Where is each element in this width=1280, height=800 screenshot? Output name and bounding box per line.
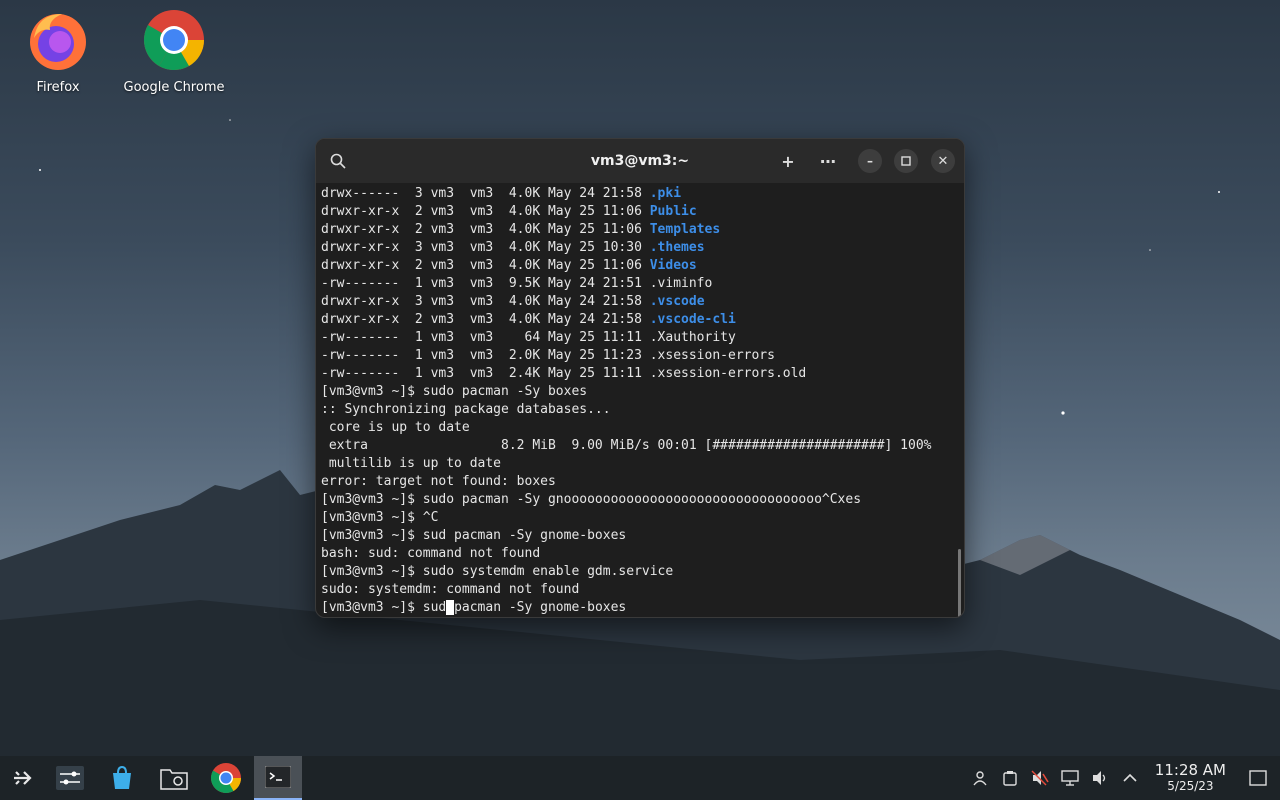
terminal-text: drwxr-xr-x 2 vm3 vm3 4.0K May 25 11:06 xyxy=(321,204,650,219)
terminal-text: [vm3@vm3 ~]$ sud xyxy=(321,600,447,615)
terminal-title: vm3@vm3:~ xyxy=(590,153,690,169)
terminal-titlebar[interactable]: vm3@vm3:~ + ⋯ – ✕ xyxy=(316,139,964,183)
search-icon[interactable] xyxy=(326,149,350,173)
terminal-text: [vm3@vm3 ~]$ sudo pacman -Sy gnooooooooo… xyxy=(321,492,862,507)
terminal-line: -rw------- 1 vm3 vm3 64 May 25 11:11 .Xa… xyxy=(321,329,959,347)
terminal-line: drwxr-xr-x 2 vm3 vm3 4.0K May 25 11:06 T… xyxy=(321,221,959,239)
terminal-line: -rw------- 1 vm3 vm3 2.0K May 25 11:23 .… xyxy=(321,347,959,365)
terminal-line: sudo: systemdm: command not found xyxy=(321,581,959,599)
terminal-line: [vm3@vm3 ~]$ sudo pacman -Sy boxes xyxy=(321,383,959,401)
terminal-text: drwxr-xr-x 2 vm3 vm3 4.0K May 24 21:58 xyxy=(321,312,650,327)
terminal-line: drwxr-xr-x 3 vm3 vm3 4.0K May 24 21:58 .… xyxy=(321,293,959,311)
taskbar: 11:28 AM 5/25/23 xyxy=(0,756,1280,800)
terminal-line: error: target not found: boxes xyxy=(321,473,959,491)
terminal-text: error: target not found: boxes xyxy=(321,474,556,489)
chrome-icon xyxy=(210,763,241,794)
terminal-text: -rw------- 1 vm3 vm3 64 May 25 11:11 .Xa… xyxy=(321,330,736,345)
terminal-text: sudo: systemdm: command not found xyxy=(321,582,580,597)
terminal-text: extra 8.2 MiB 9.00 MiB/s 00:01 [########… xyxy=(321,438,932,453)
network-icon[interactable] xyxy=(1055,770,1085,786)
terminal-line: bash: sud: command not found xyxy=(321,545,959,563)
terminal-icon xyxy=(265,766,291,788)
directory-name: Templates xyxy=(649,222,721,237)
terminal-line: drwxr-xr-x 2 vm3 vm3 4.0K May 25 11:06 V… xyxy=(321,257,959,275)
directory-name: .pki xyxy=(649,186,682,201)
terminal-line: drwx------ 3 vm3 vm3 4.0K May 24 21:58 .… xyxy=(321,185,959,203)
terminal-text: bash: sud: command not found xyxy=(321,546,541,561)
desktop-icon-label: Firefox xyxy=(36,80,80,95)
file-manager-icon[interactable] xyxy=(150,756,198,800)
terminal-line: [vm3@vm3 ~]$ sudo pacman -Sy gnooooooooo… xyxy=(321,491,959,509)
app-launcher-icon[interactable] xyxy=(0,756,44,800)
terminal-line: drwxr-xr-x 2 vm3 vm3 4.0K May 25 11:06 P… xyxy=(321,203,959,221)
directory-name: Videos xyxy=(649,258,697,273)
directory-name: .themes xyxy=(649,240,705,255)
terminal-text: drwxr-xr-x 3 vm3 vm3 4.0K May 24 21:58 xyxy=(321,294,650,309)
desktop-icon-firefox[interactable]: Firefox xyxy=(3,8,113,95)
directory-name: .vscode xyxy=(649,294,705,309)
chrome-icon xyxy=(143,10,204,71)
software-store-icon[interactable] xyxy=(98,756,146,800)
desktop-icon-label: Google Chrome xyxy=(123,80,225,95)
chrome-taskbar-item[interactable] xyxy=(202,756,250,800)
terminal-text: [vm3@vm3 ~]$ sudo systemdm enable gdm.se… xyxy=(321,564,674,579)
minimize-icon[interactable]: – xyxy=(858,149,882,173)
terminal-line: drwxr-xr-x 3 vm3 vm3 4.0K May 25 10:30 .… xyxy=(321,239,959,257)
settings-sliders-icon[interactable] xyxy=(46,756,94,800)
system-tray: 11:28 AM 5/25/23 xyxy=(965,756,1280,800)
terminal-text: -rw------- 1 vm3 vm3 2.0K May 25 11:23 .… xyxy=(321,348,775,363)
terminal-output[interactable]: drwx------ 3 vm3 vm3 4.0K May 24 21:58 .… xyxy=(316,183,964,617)
terminal-text: drwxr-xr-x 2 vm3 vm3 4.0K May 25 11:06 xyxy=(321,222,650,237)
maximize-icon[interactable] xyxy=(894,149,918,173)
terminal-line: :: Synchronizing package databases... xyxy=(321,401,959,419)
terminal-line: [vm3@vm3 ~]$ sud pacman -Sy gnome-boxes xyxy=(321,527,959,545)
terminal-text: drwxr-xr-x 3 vm3 vm3 4.0K May 25 10:30 xyxy=(321,240,650,255)
terminal-window[interactable]: vm3@vm3:~ + ⋯ – ✕ drwx------ 3 vm3 vm3 4… xyxy=(315,138,965,618)
user-icon[interactable] xyxy=(965,770,995,786)
terminal-text: [vm3@vm3 ~]$ ^C xyxy=(321,510,439,525)
terminal-text: drwxr-xr-x 2 vm3 vm3 4.0K May 25 11:06 xyxy=(321,258,650,273)
terminal-text: drwx------ 3 vm3 vm3 4.0K May 24 21:58 xyxy=(321,186,650,201)
terminal-text: multilib is up to date xyxy=(321,456,502,471)
terminal-text: -rw------- 1 vm3 vm3 2.4K May 25 11:11 .… xyxy=(321,366,807,381)
terminal-text: core is up to date xyxy=(321,420,470,435)
terminal-line: extra 8.2 MiB 9.00 MiB/s 00:01 [########… xyxy=(321,437,959,455)
terminal-text: pacman -Sy gnome-boxes xyxy=(454,600,627,615)
terminal-line: core is up to date xyxy=(321,419,959,437)
terminal-line: -rw------- 1 vm3 vm3 9.5K May 24 21:51 .… xyxy=(321,275,959,293)
terminal-line: multilib is up to date xyxy=(321,455,959,473)
text-cursor xyxy=(446,600,455,615)
directory-name: Public xyxy=(649,204,697,219)
firefox-icon xyxy=(30,14,86,70)
terminal-taskbar-item[interactable] xyxy=(254,756,302,800)
directory-name: .vscode-cli xyxy=(649,312,736,327)
volume-icon[interactable] xyxy=(1085,770,1115,786)
terminal-line: [vm3@vm3 ~]$ ^C xyxy=(321,509,959,527)
terminal-text: -rw------- 1 vm3 vm3 9.5K May 24 21:51 .… xyxy=(321,276,713,291)
clock-date: 5/25/23 xyxy=(1167,779,1214,793)
chevron-up-icon[interactable] xyxy=(1115,773,1145,783)
clock-time: 11:28 AM xyxy=(1154,761,1226,779)
terminal-line: -rw------- 1 vm3 vm3 2.4K May 25 11:11 .… xyxy=(321,365,959,383)
terminal-line: [vm3@vm3 ~]$ sudo systemdm enable gdm.se… xyxy=(321,563,959,581)
terminal-text: [vm3@vm3 ~]$ sud pacman -Sy gnome-boxes xyxy=(321,528,627,543)
terminal-text: [vm3@vm3 ~]$ sudo pacman -Sy boxes xyxy=(321,384,588,399)
more-menu-icon[interactable]: ⋯ xyxy=(816,149,840,173)
clipboard-icon[interactable] xyxy=(995,770,1025,786)
show-desktop-icon[interactable] xyxy=(1236,770,1280,786)
terminal-line: drwxr-xr-x 2 vm3 vm3 4.0K May 24 21:58 .… xyxy=(321,311,959,329)
terminal-line: [vm3@vm3 ~]$ sud pacman -Sy gnome-boxes xyxy=(321,599,959,617)
new-tab-icon[interactable]: + xyxy=(776,149,800,173)
desktop-icon-google-chrome[interactable]: Google Chrome xyxy=(119,8,229,95)
terminal-scrollbar[interactable] xyxy=(958,549,961,617)
mute-icon[interactable] xyxy=(1025,770,1055,786)
close-icon[interactable]: ✕ xyxy=(931,149,955,173)
clock[interactable]: 11:28 AM 5/25/23 xyxy=(1155,762,1226,794)
terminal-text: :: Synchronizing package databases... xyxy=(321,402,611,417)
